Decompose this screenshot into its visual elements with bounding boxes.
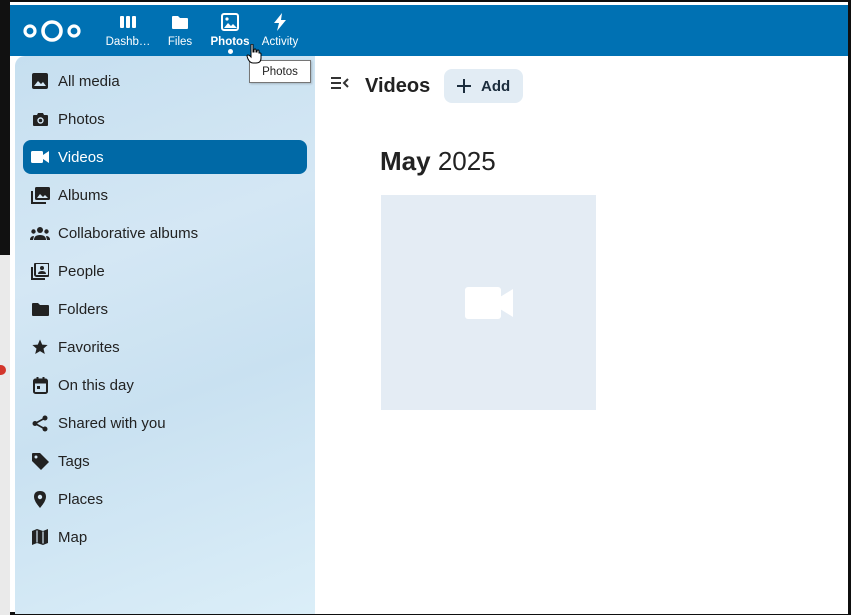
sidebar-item-shared-with-you[interactable]: Shared with you [23,406,307,440]
person-box-icon [30,261,50,281]
sidebar-item-label: Places [58,490,104,508]
map-marker-icon [30,489,50,509]
sidebar-item-people[interactable]: People [23,254,307,288]
sidebar-item-label: Albums [58,186,109,204]
app-label: Photos [210,36,250,48]
sidebar-item-folders[interactable]: Folders [23,292,307,326]
image-icon [221,13,239,31]
sidebar-item-label: Folders [58,300,109,318]
people-group-icon [30,223,50,243]
app-label: Files [167,36,193,48]
sidebar-item-places[interactable]: Places [23,482,307,516]
app-label: Activity [261,36,299,48]
add-button[interactable]: Add [444,69,523,103]
desktop-icon-edge [0,365,6,375]
sidebar-item-label: Videos [58,148,104,166]
month-heading: May 2025 [380,146,496,177]
month-label: May [380,146,431,176]
sidebar-item-favorites[interactable]: Favorites [23,330,307,364]
sidebar-item-label: Photos [58,110,105,128]
app-files[interactable]: Files [165,5,195,56]
hand-cursor-icon [246,44,262,64]
sidebar-item-on-this-day[interactable]: On this day [23,368,307,402]
add-button-label: Add [481,77,511,95]
page-title: Videos [365,75,431,97]
sidebar-item-label: Favorites [58,338,120,356]
sidebar-navigation: All media Photos Videos Albums Collabora [15,56,315,614]
app-dashboard[interactable]: Dashb… [106,5,150,56]
sidebar-item-map[interactable]: Map [23,520,307,554]
lightning-icon [271,13,289,31]
year-label: 2025 [437,146,496,176]
sidebar-item-label: Map [58,528,88,546]
sidebar-item-tags[interactable]: Tags [23,444,307,478]
star-icon [30,337,50,357]
folder-icon [171,13,189,31]
app-photos[interactable]: Photos [210,5,250,56]
map-icon [30,527,50,547]
main-content: Videos Add May 2025 [315,56,848,614]
sidebar-item-label: Collaborative albums [58,224,199,242]
sidebar-item-label: Shared with you [58,414,166,432]
video-icon [465,287,513,319]
video-thumbnail[interactable] [381,195,596,410]
folder-icon [30,299,50,319]
browser-window: Dashb… Files Photos Activity Photos All … [10,0,851,615]
app-activity[interactable]: Activity [261,5,299,56]
nextcloud-logo-icon[interactable] [22,18,82,44]
plus-icon [457,79,471,93]
tag-icon [30,451,50,471]
camera-icon [30,109,50,129]
album-icon [30,185,50,205]
sidebar-item-collaborative-albums[interactable]: Collaborative albums [23,216,307,250]
sidebar-item-label: On this day [58,376,134,394]
sidebar-item-label: People [58,262,105,280]
dashboard-icon [119,13,137,31]
sidebar-item-label: All media [58,72,120,90]
calendar-icon [30,375,50,395]
image-icon [30,71,50,91]
top-header: Dashb… Files Photos Activity [10,5,848,56]
share-icon [30,413,50,433]
desktop-background [0,0,10,615]
sidebar-item-videos[interactable]: Videos [23,140,307,174]
sidebar-toggle-icon[interactable] [329,72,351,94]
desktop-terminal-edge [0,0,10,255]
sidebar-item-label: Tags [58,452,90,470]
sidebar-item-photos[interactable]: Photos [23,102,307,136]
sidebar-item-albums[interactable]: Albums [23,178,307,212]
video-icon [30,147,50,167]
app-label: Dashb… [105,36,151,48]
